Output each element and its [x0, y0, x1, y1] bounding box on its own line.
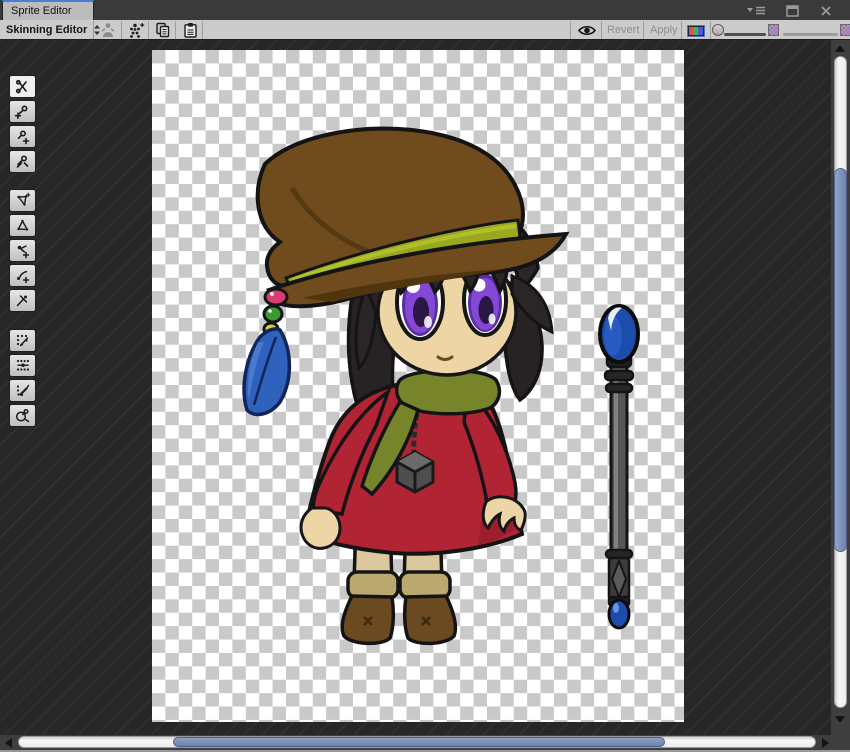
tool-edit-geometry[interactable] — [9, 214, 36, 237]
tool-bone-influence[interactable] — [9, 404, 36, 427]
scroll-left-icon[interactable] — [5, 738, 12, 748]
tool-auto-weights[interactable] — [9, 329, 36, 352]
staff-sprite — [600, 306, 638, 628]
tool-weight-slider[interactable] — [9, 354, 36, 377]
titlebar: Sprite Editor — [0, 0, 850, 20]
tool-edit-bone[interactable] — [9, 100, 36, 123]
toolbar: Skinning Editor — [0, 20, 850, 40]
tool-split-edge[interactable] — [9, 289, 36, 312]
revert-button[interactable]: Revert — [607, 20, 639, 40]
horizontal-scroll-track[interactable] — [18, 736, 816, 748]
copy-icon[interactable] — [153, 21, 173, 39]
tool-create-edge[interactable] — [9, 264, 36, 287]
workspace — [0, 40, 831, 735]
scroll-right-icon[interactable] — [822, 738, 829, 748]
visibility-eye-icon[interactable] — [577, 21, 597, 39]
maximize-icon[interactable] — [786, 4, 799, 17]
witch-sprite — [244, 129, 566, 644]
character-sprite — [152, 50, 684, 722]
horizontal-scroll-thumb[interactable] — [173, 737, 665, 747]
window-menu-icon[interactable] — [746, 4, 766, 17]
tool-preview-pose[interactable] — [9, 75, 36, 98]
zoom-slider-knob[interactable] — [712, 24, 724, 36]
mip-texture-icon-large — [840, 24, 850, 36]
mode-dropdown-label: Skinning Editor — [6, 24, 87, 36]
tool-create-bone[interactable] — [9, 125, 36, 148]
tool-split-bone[interactable] — [9, 150, 36, 173]
mip-texture-icon-small — [768, 24, 779, 36]
mip-slider-track[interactable] — [783, 33, 838, 36]
tool-weight-brush[interactable] — [9, 379, 36, 402]
mode-dropdown[interactable]: Skinning Editor — [6, 20, 101, 40]
sprite-editor-window: Sprite Editor Skinning Editor — [0, 0, 850, 752]
zoom-slider-track[interactable] — [724, 33, 766, 36]
scroll-down-icon[interactable] — [835, 716, 845, 723]
tab-sprite-editor[interactable]: Sprite Editor — [2, 0, 94, 20]
vertical-scrollbar — [831, 40, 850, 735]
close-icon[interactable] — [820, 4, 832, 17]
scroll-up-icon[interactable] — [835, 45, 845, 52]
tool-auto-geometry[interactable] — [9, 189, 36, 212]
horizontal-scrollbar — [0, 735, 850, 750]
tool-create-vertex[interactable] — [9, 239, 36, 262]
dotted-bones-icon[interactable] — [126, 21, 146, 39]
sprite-canvas[interactable] — [152, 50, 684, 722]
vertical-scroll-thumb[interactable] — [834, 168, 847, 552]
paste-icon[interactable] — [180, 21, 200, 39]
pose-person-icon[interactable] — [98, 21, 118, 39]
apply-button[interactable]: Apply — [650, 20, 678, 40]
rgb-alpha-swatch[interactable] — [687, 25, 705, 37]
